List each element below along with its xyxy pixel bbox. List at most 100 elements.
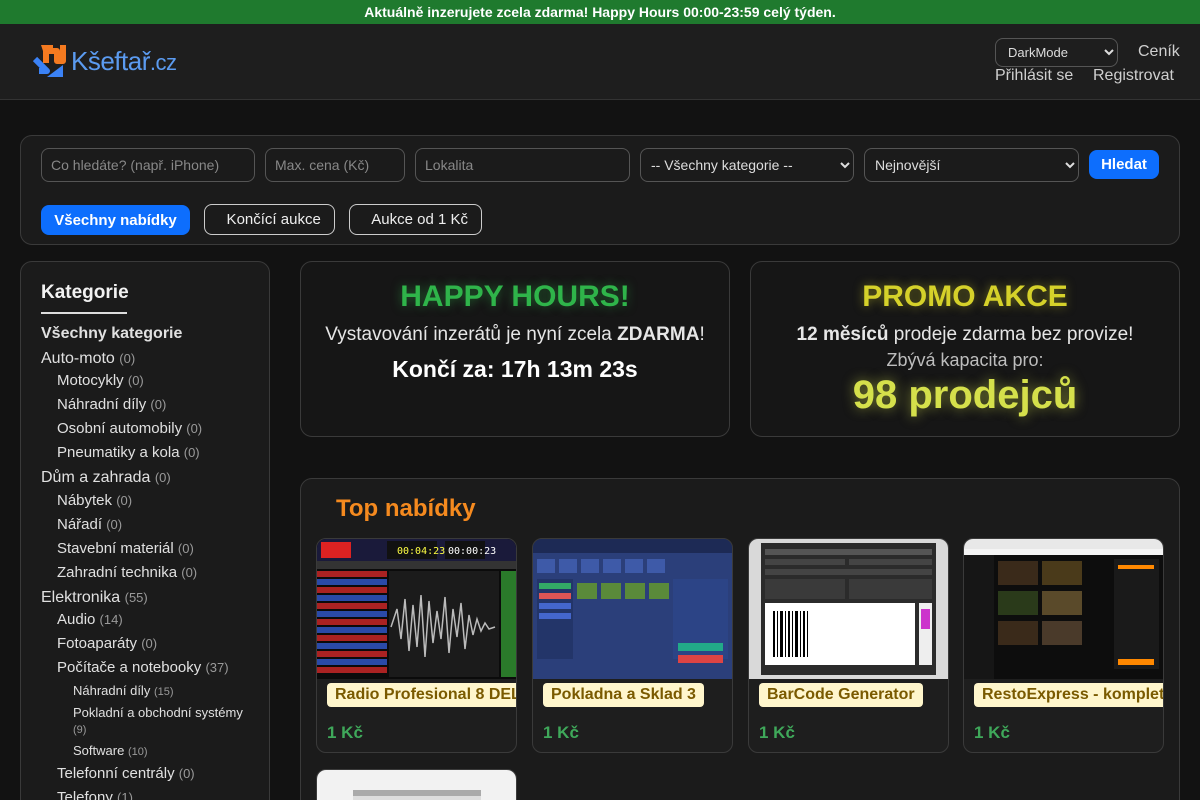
promo-capacity-value: 98 prodejců: [852, 373, 1078, 417]
sidebar-category-item[interactable]: Pneumatiky a kola (0): [57, 444, 249, 462]
sidebar-category-item[interactable]: Dům a zahrada (0): [41, 468, 249, 487]
product-name[interactable]: BarCode Generator: [759, 683, 923, 707]
sidebar-title: Kategorie: [41, 282, 129, 314]
filter-all-button[interactable]: Všechny nabídky: [41, 205, 190, 235]
category-sidebar: Kategorie Všechny kategorie Auto-moto (0…: [20, 261, 270, 800]
sidebar-category-item[interactable]: Počítače a notebooky (37): [57, 659, 249, 677]
sidebar-category-count: (0): [119, 351, 136, 367]
product-thumbnail[interactable]: 00:04:23 00:00:23: [317, 539, 516, 679]
sidebar-category-item[interactable]: Zahradní technika (0): [57, 564, 249, 582]
register-link[interactable]: Registrovat: [1093, 67, 1174, 85]
sidebar-category-count: (0): [154, 470, 171, 486]
sidebar-category-label: Pokladní a obchodní systémy: [73, 704, 243, 720]
happy-hours-text-bold: ZDARMA: [617, 324, 700, 345]
announcement-bar: Aktuálně inzerujete zcela zdarma! Happy …: [0, 0, 1200, 24]
product-thumbnail[interactable]: [749, 539, 948, 679]
product-thumbnail[interactable]: [317, 770, 516, 800]
search-input[interactable]: [41, 148, 255, 182]
sidebar-category-count: (0): [106, 516, 123, 532]
product-name[interactable]: RestoExpress - kompletní: [974, 683, 1163, 707]
sidebar-category-item[interactable]: Nářadí (0): [57, 516, 249, 534]
sidebar-category-label: Nářadí: [57, 515, 103, 533]
sidebar-category-count: (0): [141, 635, 158, 651]
sidebar-category-item[interactable]: Stavební materiál (0): [57, 540, 249, 558]
sidebar-category-label: Motocykly: [57, 372, 124, 390]
sidebar-category-label: Náhradní díly: [57, 396, 147, 414]
sidebar-category-count: (55): [124, 589, 148, 605]
product-thumbnail[interactable]: [964, 539, 1163, 679]
top-offers-title: Top nabídky: [316, 495, 476, 522]
sidebar-category-count: (0): [127, 373, 144, 389]
filter-ending-auctions-button[interactable]: Končící aukce: [204, 204, 335, 235]
sidebar-category-item[interactable]: Telefony (1): [57, 789, 249, 800]
sidebar-category-item[interactable]: Náhradní díly (15): [73, 683, 249, 699]
sidebar-category-item[interactable]: Telefonní centrály (0): [57, 765, 249, 783]
sidebar-category-label: Náhradní díly: [73, 682, 151, 698]
sidebar-category-item[interactable]: Pokladní a obchodní systémy (9): [73, 705, 249, 737]
sidebar-category-count: (1): [117, 789, 133, 800]
sort-select[interactable]: Nejnovější: [864, 148, 1079, 182]
brand-name: Kšeftař: [71, 45, 150, 76]
sidebar-category-label: Stavební materiál: [57, 539, 174, 557]
happy-hours-countdown: Končí za: 17h 13m 23s: [392, 356, 638, 382]
product-card[interactable]: 00:04:23 00:00:23 Radio Profesional 8 DE…: [316, 538, 517, 753]
sidebar-category-label: Počítače a notebooky: [57, 658, 202, 676]
svg-text:00:04:23: 00:04:23: [397, 546, 445, 557]
sidebar-category-item[interactable]: Osobní automobily (0): [57, 420, 249, 438]
sidebar-category-count: (0): [177, 540, 194, 556]
sidebar-category-label: Pneumatiky a kola: [57, 444, 180, 462]
sidebar-category-label: Auto-moto: [41, 350, 115, 368]
sidebar-category-item[interactable]: Auto-moto (0): [41, 349, 249, 368]
product-card[interactable]: [316, 769, 517, 800]
sidebar-category-item[interactable]: Fotoaparáty (0): [57, 635, 249, 653]
sidebar-category-item[interactable]: Elektronika (55): [41, 588, 249, 607]
product-name[interactable]: Radio Profesional 8 DELUXE: [327, 683, 516, 707]
announcement-text: Aktuálně inzerujete zcela zdarma! Happy …: [364, 4, 836, 20]
happy-hours-text: Vystavování inzerátů je nyní zcela ZDARM…: [301, 324, 729, 346]
promo-text-bold: 12 měsíců: [796, 324, 889, 345]
product-price: 1 Kč: [543, 723, 579, 742]
search-panel: -- Všechny kategorie -- Nejnovější Hleda…: [20, 135, 1180, 245]
sidebar-category-item[interactable]: Audio (14): [57, 611, 249, 629]
login-link[interactable]: Přihlásit se: [995, 67, 1073, 85]
sidebar-category-count: (0): [116, 492, 133, 508]
sidebar-category-item[interactable]: Nábytek (0): [57, 492, 249, 510]
sidebar-category-label: Dům a zahrada: [41, 469, 151, 487]
sidebar-category-item[interactable]: Motocykly (0): [57, 372, 249, 390]
sidebar-category-count: (9): [73, 723, 87, 736]
search-button[interactable]: Hledat: [1089, 150, 1159, 179]
sidebar-category-count: (0): [183, 445, 200, 461]
sidebar-category-item[interactable]: Náhradní díly (0): [57, 396, 249, 414]
sidebar-category-count: (37): [205, 659, 229, 675]
promo-text: 12 měsíců prodeje zdarma bez provize!: [751, 324, 1179, 346]
product-name[interactable]: Pokladna a Sklad 3: [543, 683, 704, 707]
sidebar-category-label: Elektronika: [41, 588, 121, 606]
sidebar-category-label: Osobní automobily: [57, 420, 183, 438]
brand-tld: .cz: [149, 49, 177, 75]
sidebar-category-item[interactable]: Software (10): [73, 743, 249, 759]
sidebar-category-label: Fotoaparáty: [57, 634, 138, 652]
site-logo[interactable]: Kšeftař.cz: [32, 41, 177, 81]
site-header: Kšeftař.cz DarkMode Ceník Přihlásit se R…: [0, 24, 1200, 100]
happy-hours-text-suffix: !: [699, 324, 705, 345]
product-card[interactable]: Pokladna a Sklad 3 1 Kč: [532, 538, 733, 753]
category-select[interactable]: -- Všechny kategorie --: [640, 148, 854, 182]
location-input[interactable]: [415, 148, 630, 182]
product-price: 1 Kč: [327, 723, 363, 742]
sidebar-item-all[interactable]: Všechny kategorie: [41, 324, 249, 343]
top-offers-section: Top nabídky 00:04:23 00:00:23 Radio Prof…: [300, 478, 1180, 800]
product-price: 1 Kč: [974, 723, 1010, 742]
sidebar-category-label: Audio: [57, 610, 96, 628]
pricing-link[interactable]: Ceník: [1138, 43, 1180, 61]
product-card[interactable]: RestoExpress - kompletní 1 Kč: [963, 538, 1164, 753]
promo-title: PROMO AKCE: [837, 280, 1093, 313]
sidebar-category-count: (0): [178, 765, 195, 781]
sidebar-category-count: (0): [150, 397, 167, 413]
svg-text:00:00:23: 00:00:23: [448, 546, 496, 557]
filter-auctions-from-1-button[interactable]: Aukce od 1 Kč: [349, 204, 482, 235]
darkmode-select[interactable]: DarkMode: [995, 38, 1118, 67]
product-card[interactable]: BarCode Generator 1 Kč: [748, 538, 949, 753]
logo-text: Kšeftař.cz: [71, 46, 177, 77]
product-thumbnail[interactable]: [533, 539, 732, 679]
max-price-input[interactable]: [265, 148, 405, 182]
